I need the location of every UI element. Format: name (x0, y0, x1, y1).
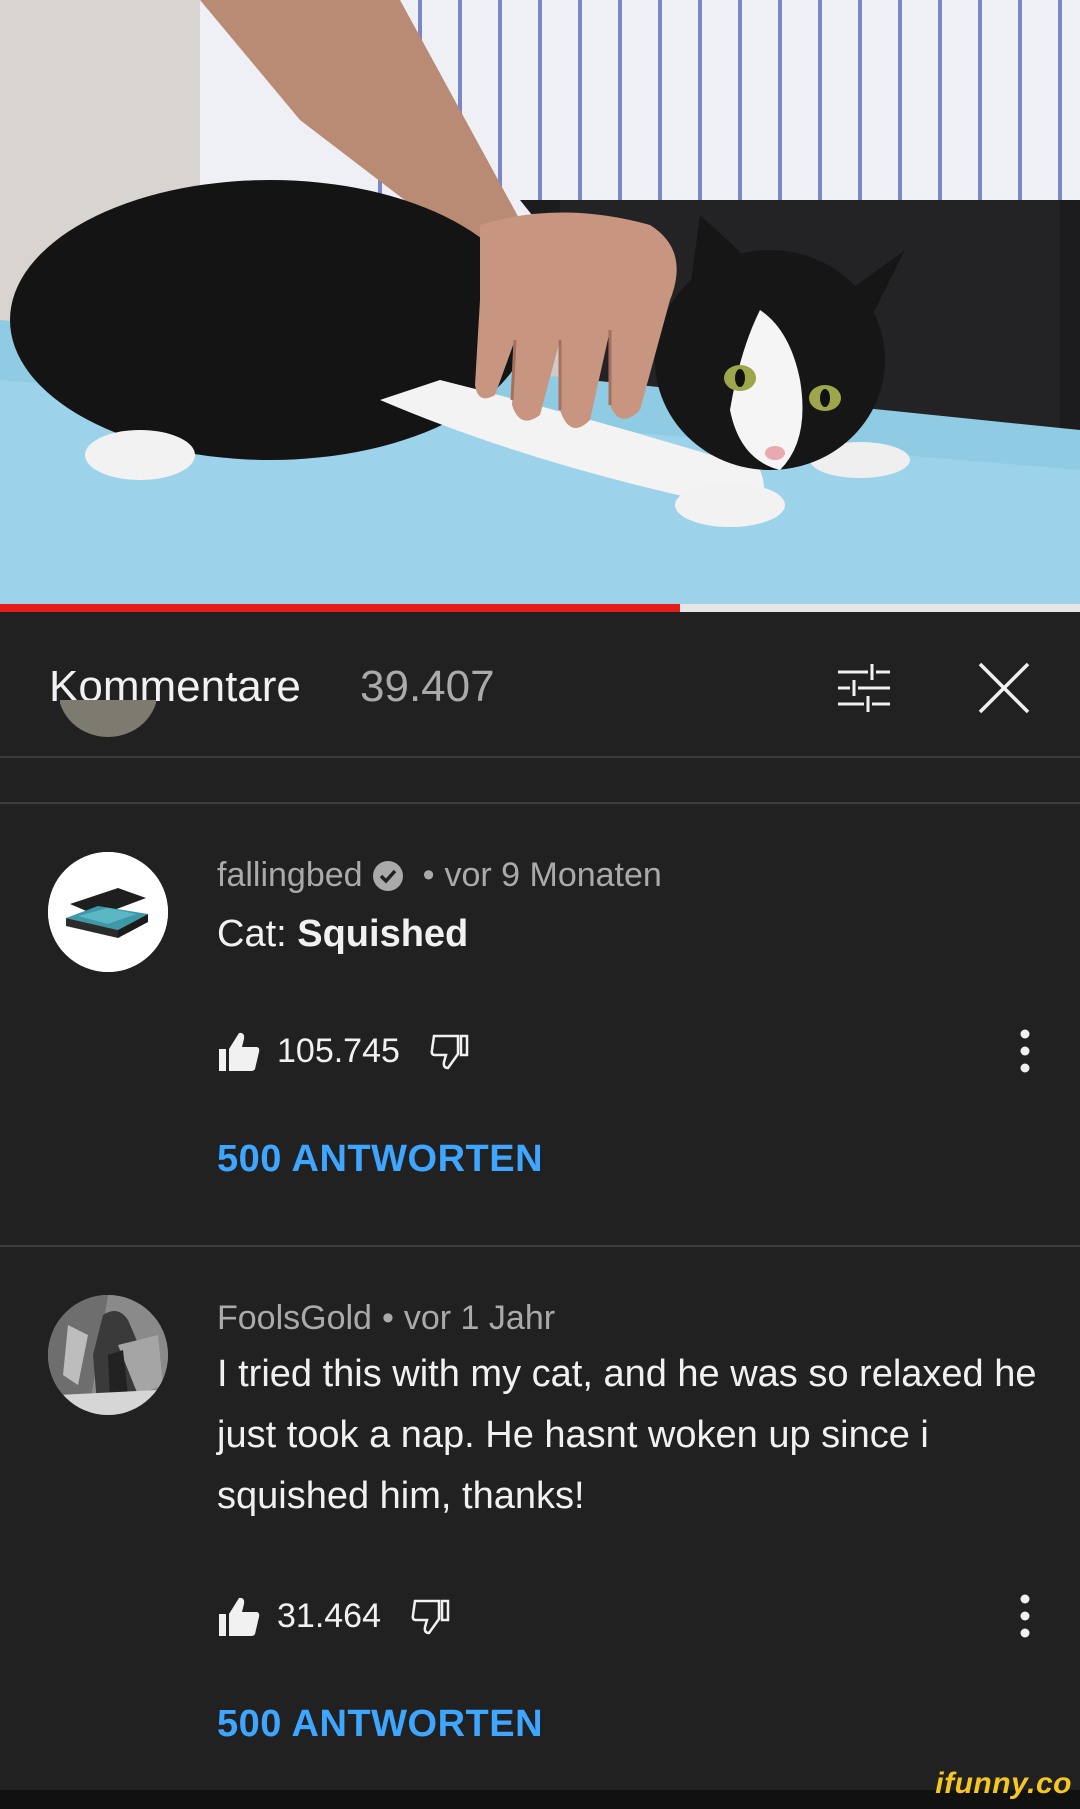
comment-author[interactable]: FoolsGold (217, 1299, 372, 1338)
comment-text-prefix: Cat: (217, 913, 298, 955)
comment-actions: 105.745 (217, 1026, 470, 1076)
app-screen: Kommentare 39.407 fallingbed • vor 9 Mon… (0, 0, 1080, 1809)
more-vert-icon (1020, 1029, 1030, 1073)
dislike-icon[interactable] (409, 1595, 451, 1637)
comment-divider (0, 802, 1080, 804)
like-count: 31.464 (277, 1596, 381, 1635)
verified-check-icon (372, 860, 403, 891)
watermark-logo: ifunny.co (935, 1767, 1072, 1800)
comment-time[interactable]: vor 9 Monaten (444, 856, 661, 895)
like-icon[interactable] (217, 1594, 261, 1638)
meta-separator: • (422, 856, 435, 894)
video-progress-fill (0, 604, 681, 612)
like-count: 105.745 (277, 1031, 400, 1070)
bed-avatar-image (48, 852, 168, 972)
video-frame (0, 0, 1080, 612)
header-divider (0, 756, 1080, 758)
close-icon (978, 662, 1030, 714)
meta-separator: • (381, 1299, 394, 1337)
sketch-avatar-image (48, 1295, 168, 1415)
comment-time[interactable]: vor 1 Jahr (404, 1299, 555, 1338)
comments-header: Kommentare 39.407 (0, 612, 1080, 758)
sort-button[interactable] (828, 652, 900, 724)
view-replies-button[interactable]: 500 ANTWORTEN (217, 1138, 543, 1181)
comment-text-bold: Squished (297, 913, 469, 955)
partial-avatar (60, 700, 156, 780)
comment-text: I tried this with my cat, and he was so … (217, 1353, 1037, 1517)
more-options-button[interactable] (1010, 1591, 1040, 1641)
avatar[interactable] (48, 852, 168, 972)
video-progress-bar[interactable] (0, 604, 1080, 612)
comment-actions: 31.464 (217, 1591, 451, 1641)
like-icon[interactable] (217, 1029, 261, 1073)
comment-meta: fallingbed • vor 9 Monaten (217, 856, 662, 895)
more-vert-icon (1020, 1594, 1030, 1638)
video-player[interactable] (0, 0, 1080, 612)
comment-divider (0, 1245, 1080, 1247)
bottom-strip (0, 1790, 1080, 1809)
comment-text: Cat: Squished (217, 904, 1037, 965)
close-button[interactable] (968, 652, 1040, 724)
comment-author[interactable]: fallingbed (217, 856, 363, 895)
comment-meta: FoolsGold • vor 1 Jahr (217, 1299, 555, 1338)
comments-count: 39.407 (360, 662, 495, 711)
dislike-icon[interactable] (428, 1030, 470, 1072)
more-options-button[interactable] (1010, 1026, 1040, 1076)
view-replies-button[interactable]: 500 ANTWORTEN (217, 1703, 543, 1746)
avatar[interactable] (48, 1295, 168, 1415)
sort-filter-icon (838, 664, 890, 712)
